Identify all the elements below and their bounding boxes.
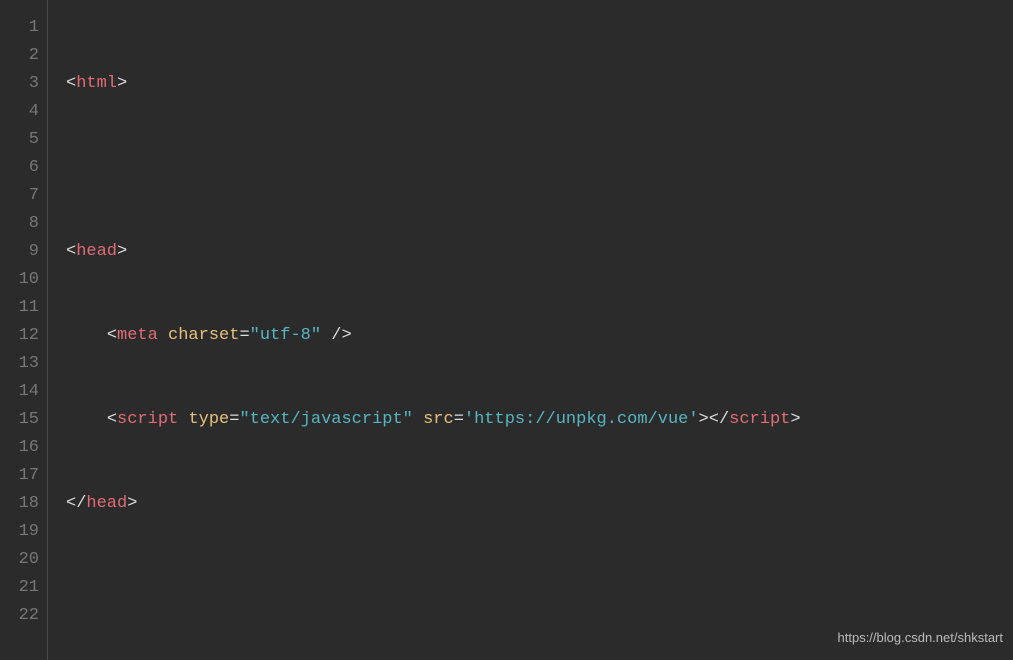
watermark-text: https://blog.csdn.net/shkstart — [838, 624, 1003, 652]
code-line: </head> — [66, 490, 1013, 518]
line-number: 4 — [0, 98, 39, 126]
code-line: <script type="text/javascript" src='http… — [66, 406, 1013, 434]
line-number: 21 — [0, 574, 39, 602]
line-number: 1 — [0, 14, 39, 42]
code-line: <html> — [66, 70, 1013, 98]
line-number: 20 — [0, 546, 39, 574]
line-number: 18 — [0, 490, 39, 518]
line-number: 7 — [0, 182, 39, 210]
line-number: 2 — [0, 42, 39, 70]
line-number: 5 — [0, 126, 39, 154]
line-number: 10 — [0, 266, 39, 294]
code-line: <meta charset="utf-8" /> — [66, 322, 1013, 350]
line-number: 13 — [0, 350, 39, 378]
line-number: 19 — [0, 518, 39, 546]
line-number-gutter: 1 2 3 4 5 6 7 8 9 10 11 12 13 14 15 16 1… — [0, 0, 48, 660]
code-line — [66, 154, 1013, 182]
line-number: 11 — [0, 294, 39, 322]
line-number: 15 — [0, 406, 39, 434]
line-number: 22 — [0, 602, 39, 630]
code-line: <head> — [66, 238, 1013, 266]
line-number: 8 — [0, 210, 39, 238]
line-number: 3 — [0, 70, 39, 98]
code-editor: 1 2 3 4 5 6 7 8 9 10 11 12 13 14 15 16 1… — [0, 0, 1013, 660]
line-number: 14 — [0, 378, 39, 406]
code-area[interactable]: <html> <head> <meta charset="utf-8" /> <… — [48, 0, 1013, 660]
line-number: 12 — [0, 322, 39, 350]
line-number: 17 — [0, 462, 39, 490]
code-line — [66, 574, 1013, 602]
line-number: 16 — [0, 434, 39, 462]
line-number: 6 — [0, 154, 39, 182]
line-number: 9 — [0, 238, 39, 266]
